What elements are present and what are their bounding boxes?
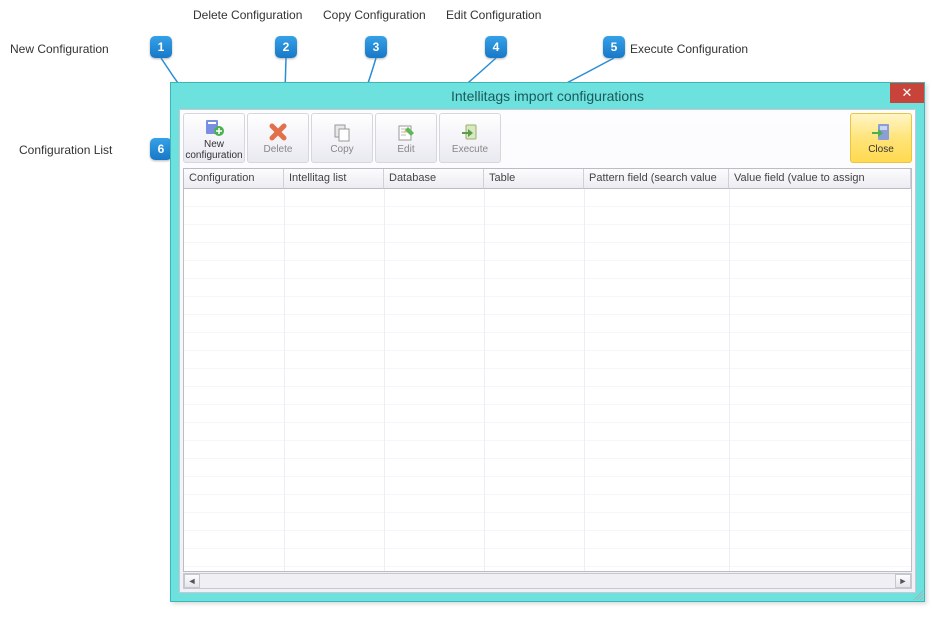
copy-label: Copy (330, 144, 353, 155)
dialog-window: Intellitags import configurations ✕ New … (170, 82, 925, 602)
close-button[interactable]: Close (850, 113, 912, 163)
callout-label-6: Configuration List (19, 143, 112, 157)
window-title: Intellitags import configurations (451, 88, 644, 104)
delete-icon (267, 121, 289, 143)
callout-label-1: New Configuration (10, 42, 109, 56)
col-value-field[interactable]: Value field (value to assign (729, 169, 911, 189)
title-bar[interactable]: Intellitags import configurations ✕ (171, 83, 924, 109)
callout-bubble-5: 5 (603, 36, 625, 58)
callout-bubble-2: 2 (275, 36, 297, 58)
edit-configuration-button[interactable]: Edit (375, 113, 437, 163)
execute-label: Execute (452, 144, 488, 155)
new-config-label: New configuration (184, 139, 244, 161)
close-label: Close (868, 144, 894, 155)
callout-label-5: Execute Configuration (630, 42, 748, 56)
window-close-button[interactable]: ✕ (890, 83, 924, 103)
resize-grip[interactable] (913, 590, 923, 600)
delete-label: Delete (264, 144, 293, 155)
callout-bubble-6: 6 (150, 138, 172, 160)
toolbar: New configuration Delete Copy Edit (180, 110, 915, 165)
callout-bubble-4: 4 (485, 36, 507, 58)
grid-header: Configuration Intellitag list Database T… (184, 169, 911, 189)
horizontal-scrollbar[interactable]: ◄ ► (183, 573, 912, 589)
copy-icon (331, 121, 353, 143)
client-area: New configuration Delete Copy Edit (179, 109, 916, 593)
edit-icon (395, 121, 417, 143)
callout-bubble-1: 1 (150, 36, 172, 58)
callout-bubble-3: 3 (365, 36, 387, 58)
col-database[interactable]: Database (384, 169, 484, 189)
col-pattern-field[interactable]: Pattern field (search value (584, 169, 729, 189)
grid-body[interactable] (184, 189, 911, 571)
close-icon (870, 121, 892, 143)
col-table[interactable]: Table (484, 169, 584, 189)
scroll-right-button[interactable]: ► (895, 574, 911, 588)
new-config-icon (203, 116, 225, 138)
edit-label: Edit (397, 144, 414, 155)
callout-label-3: Copy Configuration (323, 8, 426, 22)
delete-configuration-button[interactable]: Delete (247, 113, 309, 163)
new-configuration-button[interactable]: New configuration (183, 113, 245, 163)
callout-label-2: Delete Configuration (193, 8, 302, 22)
col-configuration[interactable]: Configuration (184, 169, 284, 189)
configuration-grid[interactable]: Configuration Intellitag list Database T… (183, 168, 912, 572)
callout-label-4: Edit Configuration (446, 8, 541, 22)
scroll-left-button[interactable]: ◄ (184, 574, 200, 588)
execute-icon (459, 121, 481, 143)
copy-configuration-button[interactable]: Copy (311, 113, 373, 163)
col-intellitag-list[interactable]: Intellitag list (284, 169, 384, 189)
execute-configuration-button[interactable]: Execute (439, 113, 501, 163)
